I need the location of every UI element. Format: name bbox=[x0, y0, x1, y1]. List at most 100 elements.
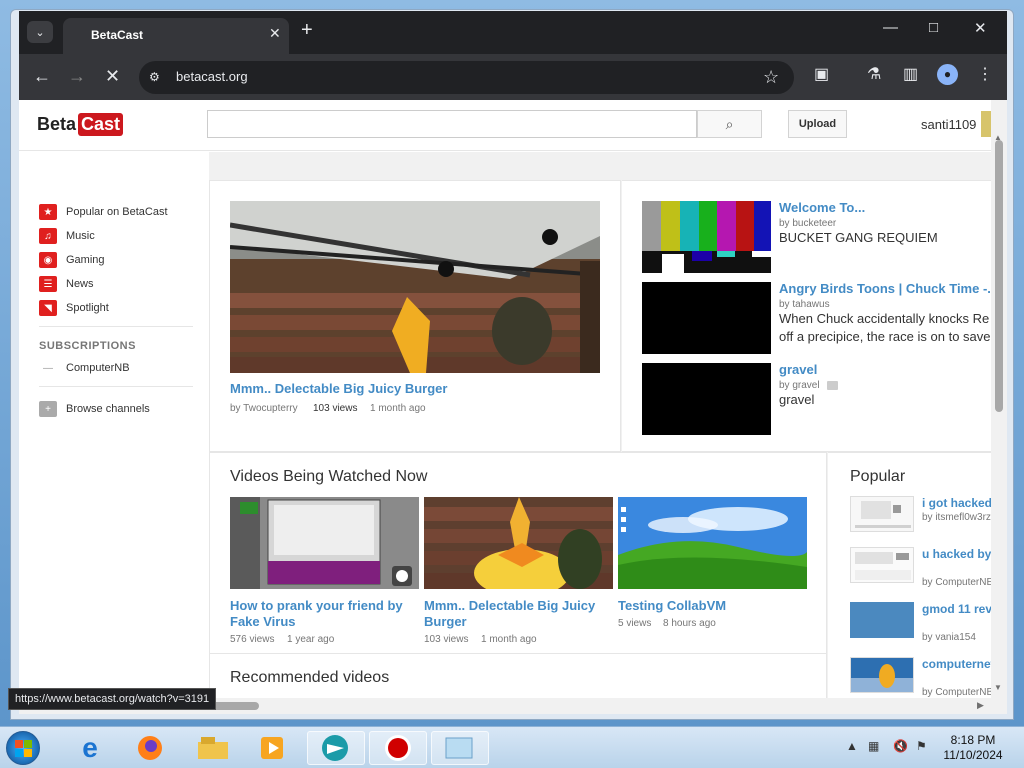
search-input[interactable] bbox=[207, 110, 697, 138]
popular-item[interactable]: gmod 11 revi (old) by vania154 bbox=[850, 602, 991, 648]
desktop-screenshot-image bbox=[851, 658, 913, 692]
channel-icon: — bbox=[43, 362, 53, 374]
side-video-title[interactable]: gravel bbox=[779, 362, 817, 377]
featured-video-thumbnail[interactable] bbox=[230, 201, 600, 373]
popular-title[interactable]: computernew video! bbox=[922, 657, 991, 671]
featured-video-title[interactable]: Mmm.. Delectable Big Juicy Burger bbox=[230, 381, 447, 397]
popular-item[interactable]: u hacked by vm0b0t by ComputerNE bbox=[850, 547, 991, 593]
forward-icon[interactable]: → bbox=[68, 66, 86, 87]
side-video-thumbnail[interactable] bbox=[642, 282, 771, 354]
popular-author[interactable]: by ComputerNE bbox=[922, 577, 991, 588]
sidebar-item-popular[interactable]: ★ Popular on BetaCast bbox=[39, 202, 168, 222]
popular-item[interactable]: i got hacked by itsmefl0w3rz bbox=[850, 496, 991, 542]
close-window-button[interactable]: ✕ bbox=[974, 19, 987, 37]
popular-title[interactable]: gmod 11 revi (old) bbox=[922, 602, 991, 616]
side-video-author[interactable]: by bucketeer bbox=[779, 218, 836, 229]
file-explorer-icon[interactable] bbox=[193, 731, 233, 765]
upload-button[interactable]: Upload bbox=[788, 110, 847, 138]
videos-being-watched-section: Videos Being Watched Now How to prank yo… bbox=[209, 452, 827, 714]
url-text[interactable]: betacast.org bbox=[176, 69, 248, 84]
labs-icon[interactable]: ⚗ bbox=[867, 64, 881, 84]
firefox-icon[interactable] bbox=[130, 731, 170, 765]
side-video-description: When Chuck accidentally knocks Re bbox=[779, 311, 990, 326]
windows-logo-green bbox=[24, 740, 32, 748]
user-avatar[interactable] bbox=[981, 111, 991, 137]
action-center-flag-icon[interactable]: ⚑ bbox=[916, 739, 927, 753]
search-button[interactable]: ⌕ bbox=[697, 110, 762, 138]
scroll-down-icon[interactable]: ▼ bbox=[994, 683, 1002, 692]
generic-app-taskbar-button[interactable] bbox=[431, 731, 489, 765]
profile-avatar-icon[interactable]: ● bbox=[937, 64, 958, 85]
popular-author[interactable]: by itsmefl0w3rz bbox=[922, 512, 991, 523]
side-panel-icon[interactable]: ▥ bbox=[903, 64, 918, 84]
sidebar-item-browse[interactable]: + Browse channels bbox=[39, 399, 150, 419]
video-card-title[interactable]: How to prank your friend by Fake Virus bbox=[230, 598, 415, 630]
sidebar-item-label: Gaming bbox=[66, 254, 105, 266]
sidebar-item-spotlight[interactable]: ◥ Spotlight bbox=[39, 298, 109, 318]
video-card-views: 103 views bbox=[424, 634, 469, 645]
side-video-author[interactable]: by gravel bbox=[779, 380, 820, 391]
site-settings-icon[interactable]: ⚙ bbox=[149, 70, 163, 84]
popular-thumbnail[interactable] bbox=[850, 496, 914, 532]
search-icon: ⌕ bbox=[725, 115, 734, 132]
vertical-scrollbar[interactable]: ▲ ▼ bbox=[991, 100, 1007, 714]
video-card-thumbnail[interactable] bbox=[618, 497, 807, 589]
burger-video-image bbox=[230, 201, 600, 373]
chevron-down-icon: ⌄ bbox=[35, 26, 45, 39]
maximize-button[interactable]: □ bbox=[929, 19, 938, 36]
collabvm-taskbar-button[interactable] bbox=[307, 731, 365, 765]
extensions-icon[interactable]: ▣ bbox=[814, 64, 829, 84]
address-bar[interactable]: ⚙ betacast.org ☆ bbox=[139, 61, 794, 94]
side-video-author[interactable]: by tahawus bbox=[779, 299, 830, 310]
show-hidden-icons-icon[interactable]: ▲ bbox=[846, 739, 858, 753]
side-video-title[interactable]: Welcome To... bbox=[779, 200, 865, 215]
media-player-icon[interactable] bbox=[252, 731, 292, 765]
recording-taskbar-button[interactable] bbox=[369, 731, 427, 765]
stop-loading-icon[interactable]: ✕ bbox=[105, 66, 120, 87]
sidebar-item-music[interactable]: ♫ Music bbox=[39, 226, 95, 246]
video-card-title[interactable]: Mmm.. Delectable Big Juicy Burger bbox=[424, 598, 609, 630]
minimize-button[interactable]: — bbox=[883, 19, 898, 36]
side-video-thumbnail[interactable] bbox=[642, 363, 771, 435]
side-video-title[interactable]: Angry Birds Toons | Chuck Time -... bbox=[779, 281, 991, 296]
sidebar-item-gaming[interactable]: ◉ Gaming bbox=[39, 250, 105, 270]
network-icon[interactable]: ▦ bbox=[868, 739, 879, 753]
tab-search-button[interactable]: ⌄ bbox=[27, 21, 53, 43]
popular-thumbnail[interactable] bbox=[850, 602, 914, 638]
active-tab[interactable]: BetaCast ✕ bbox=[63, 18, 289, 54]
featured-video-panel: Mmm.. Delectable Big Juicy Burger by Two… bbox=[209, 180, 621, 452]
side-video-thumbnail[interactable] bbox=[642, 201, 771, 273]
new-tab-button[interactable]: + bbox=[301, 19, 313, 42]
taskbar-clock[interactable]: 8:18 PM 11/10/2024 bbox=[938, 733, 1008, 763]
popular-item[interactable]: computernew video! by ComputerNB bbox=[850, 657, 991, 703]
news-icon: ☰ bbox=[39, 276, 57, 292]
video-card-views: 576 views bbox=[230, 634, 275, 645]
sidebar-item-label: ComputerNB bbox=[66, 362, 130, 374]
back-icon[interactable]: ← bbox=[33, 66, 51, 87]
popular-author[interactable]: by vania154 bbox=[922, 632, 976, 643]
start-button[interactable] bbox=[6, 731, 40, 765]
video-card-title[interactable]: Testing CollabVM bbox=[618, 598, 803, 614]
tab-close-icon[interactable]: ✕ bbox=[269, 25, 281, 42]
internet-explorer-icon[interactable]: e bbox=[70, 731, 110, 765]
folder-icon bbox=[198, 737, 228, 759]
video-card-thumbnail[interactable] bbox=[424, 497, 613, 589]
main-content: ★ Popular on BetaCast ♫ Music ◉ Gaming ☰… bbox=[19, 152, 991, 714]
video-card-thumbnail[interactable] bbox=[230, 497, 419, 589]
popular-title[interactable]: i got hacked bbox=[922, 496, 991, 510]
scroll-right-icon[interactable]: ▶ bbox=[977, 700, 984, 711]
betacast-logo[interactable]: Beta Cast bbox=[37, 110, 124, 138]
bookmark-star-icon[interactable]: ☆ bbox=[763, 67, 779, 88]
popular-thumbnail[interactable] bbox=[850, 657, 914, 693]
popular-thumbnail[interactable] bbox=[850, 547, 914, 583]
popular-author[interactable]: by ComputerNB bbox=[922, 687, 991, 698]
sidebar-item-computernb[interactable]: — ComputerNB bbox=[39, 358, 130, 378]
username[interactable]: santi1109 bbox=[921, 117, 976, 132]
menu-icon[interactable]: ⋮ bbox=[977, 64, 993, 84]
featured-video-author[interactable]: by Twocupterry bbox=[230, 403, 298, 414]
sidebar-item-news[interactable]: ☰ News bbox=[39, 274, 94, 294]
sidebar-item-label: News bbox=[66, 278, 94, 290]
popular-title[interactable]: u hacked by vm0b0t bbox=[922, 547, 991, 561]
vertical-scroll-thumb[interactable] bbox=[995, 140, 1003, 412]
volume-muted-icon[interactable]: 🔇 bbox=[893, 739, 908, 753]
